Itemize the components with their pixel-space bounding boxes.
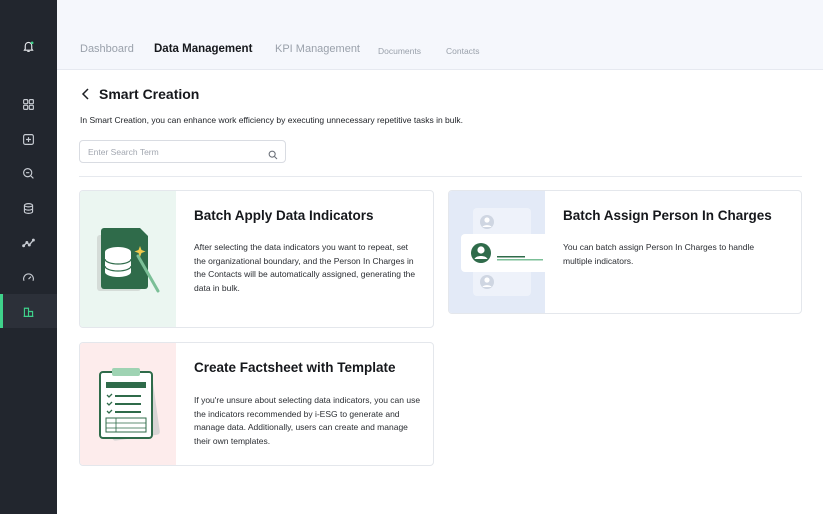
tab-documents[interactable]: Documents: [378, 46, 421, 56]
search-box: [79, 140, 286, 163]
gauge-icon[interactable]: [0, 260, 57, 294]
add-box-icon[interactable]: [0, 122, 57, 156]
buildings-icon[interactable]: [0, 294, 57, 328]
sidebar: [0, 0, 57, 514]
bell-icon[interactable]: [0, 29, 57, 63]
card-batch-apply-data-indicators[interactable]: Batch Apply Data Indicators After select…: [79, 190, 434, 328]
assign-people-icon: [449, 191, 545, 313]
tab-contacts[interactable]: Contacts: [446, 46, 480, 56]
trend-line-icon[interactable]: [0, 225, 57, 259]
database-icon[interactable]: [0, 191, 57, 225]
card-description: After selecting the data indicators you …: [194, 242, 416, 293]
card-description: If you're unsure about selecting data in…: [194, 395, 421, 446]
page-title: Smart Creation: [99, 86, 200, 102]
clipboard-template-icon: [80, 343, 176, 465]
search-icon[interactable]: [268, 147, 278, 160]
search-zoom-icon[interactable]: [0, 156, 57, 190]
section-divider: [79, 176, 802, 177]
page-subtitle: In Smart Creation, you can enhance work …: [80, 115, 464, 125]
card-description: You can batch assign Person In Charges t…: [563, 242, 755, 266]
card-title: Batch Assign Person In Charges: [563, 208, 772, 223]
tab-dashboard[interactable]: Dashboard: [80, 43, 134, 55]
database-wand-icon: [80, 191, 176, 327]
card-batch-assign-person-in-charges[interactable]: Batch Assign Person In Charges You can b…: [448, 190, 802, 314]
top-navigation: Dashboard Data Management KPI Management…: [57, 0, 823, 70]
card-title: Create Factsheet with Template: [194, 360, 396, 375]
card-title: Batch Apply Data Indicators: [194, 208, 374, 223]
dashboard-grid-icon[interactable]: [0, 87, 57, 121]
tab-kpi-management[interactable]: KPI Management: [275, 43, 360, 55]
search-input[interactable]: [88, 145, 258, 159]
card-create-factsheet-with-template[interactable]: Create Factsheet with Template If you're…: [79, 342, 434, 466]
tab-data-management[interactable]: Data Management: [154, 43, 252, 55]
back-arrow-icon[interactable]: [78, 86, 94, 102]
